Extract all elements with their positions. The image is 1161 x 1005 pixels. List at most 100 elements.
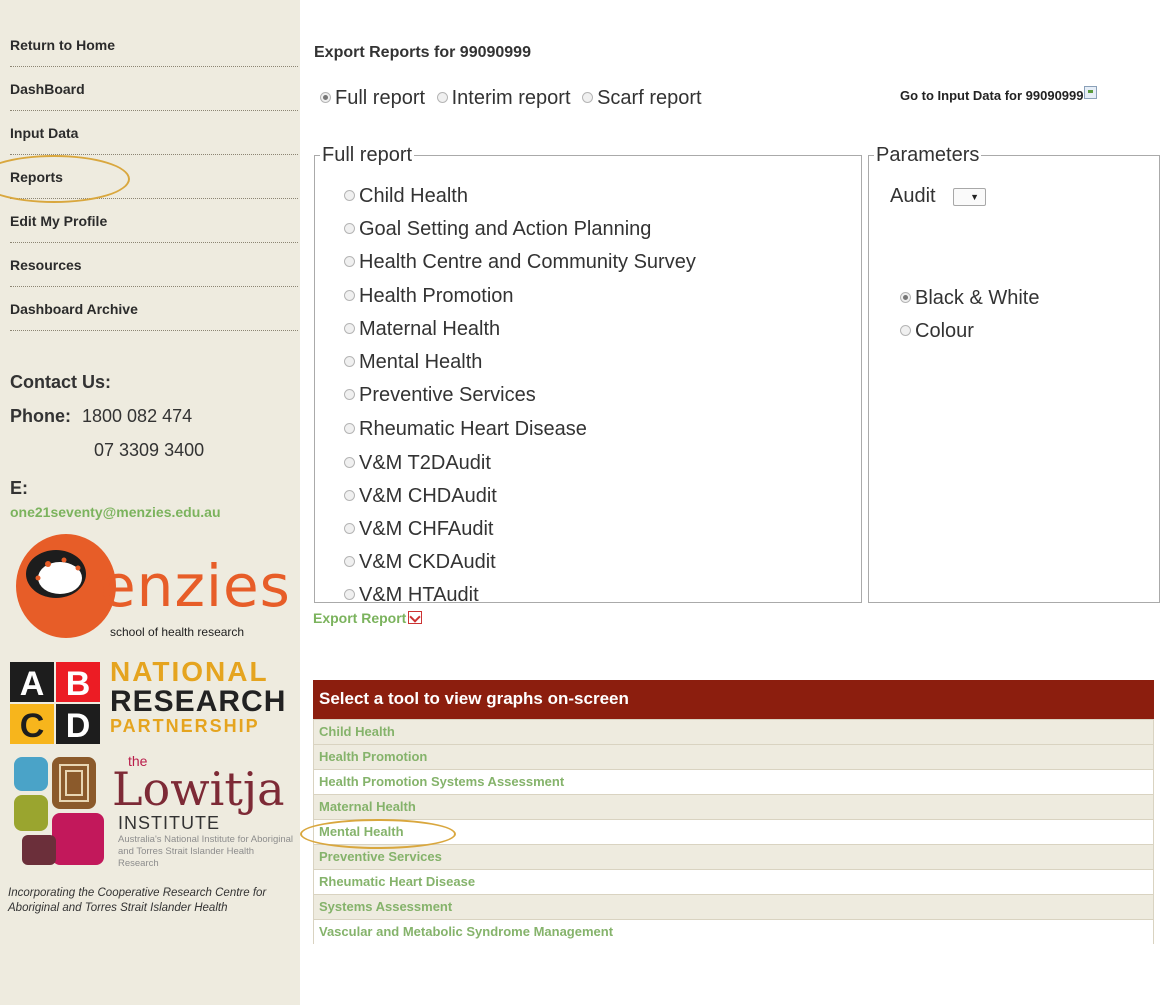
nrp-research: RESEARCH [110, 685, 287, 718]
nav-edit-profile[interactable]: Edit My Profile [10, 200, 298, 243]
full-report-option[interactable]: Health Centre and Community Survey [344, 251, 696, 274]
phone-2: 07 3309 3400 [94, 440, 205, 460]
tool-child-health[interactable]: Child Health [313, 719, 1154, 744]
export-report-link[interactable]: Export Report [313, 610, 423, 626]
refresh-icon[interactable] [1083, 86, 1097, 99]
contact-heading: Contact Us: [10, 372, 112, 392]
nrp-national: NATIONAL [110, 656, 269, 687]
audit-label: Audit [890, 185, 936, 207]
report-type-group: Full report Interim report Scarf report [320, 87, 708, 110]
tool-rheumatic-heart-disease[interactable]: Rheumatic Heart Disease [313, 869, 1154, 894]
radio-icon[interactable] [436, 92, 448, 103]
tools-table: Select a tool to view graphs on-screen C… [313, 680, 1154, 944]
tool-systems-assessment[interactable]: Systems Assessment [313, 894, 1154, 919]
report-type-scarf[interactable]: Scarf report [582, 87, 702, 109]
radio-icon[interactable] [344, 290, 355, 301]
abcd-c: C [20, 707, 45, 744]
radio-checked-icon[interactable] [900, 292, 911, 303]
full-report-option[interactable]: Goal Setting and Action Planning [344, 218, 651, 241]
phone-label: Phone: [10, 406, 71, 426]
option-label: V&M CHFAudit [359, 518, 494, 540]
abcd-a: A [20, 665, 45, 703]
dropdown-arrow-icon[interactable]: ▼ [970, 192, 979, 202]
audit-select[interactable]: ▼ [953, 188, 986, 206]
radio-icon[interactable] [344, 223, 355, 234]
radio-icon[interactable] [344, 523, 355, 534]
lowitja-name: Lowitja [112, 762, 285, 816]
color-option-colour[interactable]: Colour [900, 320, 974, 343]
full-report-option[interactable]: Child Health [344, 185, 468, 208]
goto-input-data-label: Go to Input Data for 99090999 [900, 88, 1084, 103]
option-label: Child Health [359, 185, 468, 207]
phone-1: 1800 082 474 [82, 406, 193, 426]
full-report-option[interactable]: Preventive Services [344, 384, 536, 407]
lowitja-logo-mark [14, 757, 104, 865]
full-report-option[interactable]: V&M CHDAudit [344, 485, 497, 508]
option-label: V&M T2DAudit [359, 452, 491, 474]
option-label: V&M CHDAudit [359, 485, 497, 507]
report-type-label: Scarf report [597, 87, 702, 109]
tool-hp-systems-assessment[interactable]: Health Promotion Systems Assessment [313, 769, 1154, 794]
nav-dashboard[interactable]: DashBoard [10, 68, 298, 111]
option-label: V&M HTAudit [359, 584, 479, 606]
full-report-option[interactable]: Mental Health [344, 351, 482, 374]
option-label: Health Promotion [359, 285, 514, 307]
radio-icon[interactable] [344, 457, 355, 468]
full-report-option[interactable]: Rheumatic Heart Disease [344, 418, 587, 441]
radio-icon[interactable] [344, 423, 355, 434]
tool-vascular-metabolic[interactable]: Vascular and Metabolic Syndrome Manageme… [313, 919, 1154, 944]
radio-icon[interactable] [344, 256, 355, 267]
lowitja-institute: INSTITUTE [118, 813, 220, 833]
abcd-logo: A B C D [10, 662, 100, 744]
radio-icon[interactable] [582, 92, 594, 103]
full-report-option[interactable]: Maternal Health [344, 318, 500, 341]
radio-icon[interactable] [344, 490, 355, 501]
abcd-b: B [66, 665, 91, 703]
goto-input-data-link[interactable]: Go to Input Data for 99090999 [900, 86, 1097, 103]
option-label: Preventive Services [359, 384, 536, 406]
incorporating-note: Incorporating the Cooperative Research C… [8, 887, 267, 914]
export-report-label: Export Report [313, 610, 407, 626]
full-report-legend: Full report [322, 144, 413, 166]
lowitja-description: Australia's National Institute for Abori… [118, 834, 294, 869]
radio-icon[interactable] [344, 556, 355, 567]
tool-health-promotion[interactable]: Health Promotion [313, 744, 1154, 769]
radio-icon[interactable] [344, 589, 355, 600]
nav-input-data[interactable]: Input Data [10, 112, 298, 155]
report-type-label: Full report [335, 87, 426, 109]
tool-preventive-services[interactable]: Preventive Services [313, 844, 1154, 869]
option-label: Black & White [915, 287, 1040, 309]
option-label: Mental Health [359, 351, 483, 373]
radio-icon[interactable] [900, 325, 911, 336]
parameters-fieldset: Parameters [868, 145, 1160, 603]
radio-icon[interactable] [344, 356, 355, 367]
full-report-option[interactable]: V&M CHFAudit [344, 518, 493, 541]
full-report-option[interactable]: V&M T2DAudit [344, 452, 491, 475]
abcd-d: D [66, 707, 91, 744]
export-icon[interactable] [408, 611, 423, 624]
full-report-option[interactable]: V&M CKDAudit [344, 551, 496, 574]
full-report-option[interactable]: Health Promotion [344, 285, 514, 308]
parameters-legend: Parameters [876, 144, 980, 166]
page-title: Export Reports for 99090999 [314, 44, 531, 61]
radio-icon[interactable] [344, 323, 355, 334]
radio-icon[interactable] [344, 190, 355, 201]
menzies-subtitle: school of health research [110, 625, 245, 639]
tools-header: Select a tool to view graphs on-screen [313, 680, 1154, 719]
email-link[interactable]: one21seventy@menzies.edu.au [10, 504, 221, 520]
nav-dashboard-archive[interactable]: Dashboard Archive [10, 288, 298, 331]
nav-resources[interactable]: Resources [10, 244, 298, 287]
email-label: E: [10, 478, 28, 498]
tool-maternal-health[interactable]: Maternal Health [313, 794, 1154, 819]
radio-checked-icon[interactable] [320, 92, 331, 103]
option-label: Maternal Health [359, 318, 501, 340]
radio-icon[interactable] [344, 389, 355, 400]
full-report-option[interactable]: V&M HTAudit [344, 584, 479, 607]
option-label: V&M CKDAudit [359, 551, 496, 573]
color-option-bw[interactable]: Black & White [900, 287, 1039, 310]
report-type-interim[interactable]: Interim report [436, 87, 571, 109]
nav-return-home[interactable]: Return to Home [10, 24, 298, 67]
report-type-full[interactable]: Full report [320, 87, 425, 109]
menzies-wordmark: enzies [100, 552, 291, 620]
option-label: Colour [915, 320, 974, 342]
